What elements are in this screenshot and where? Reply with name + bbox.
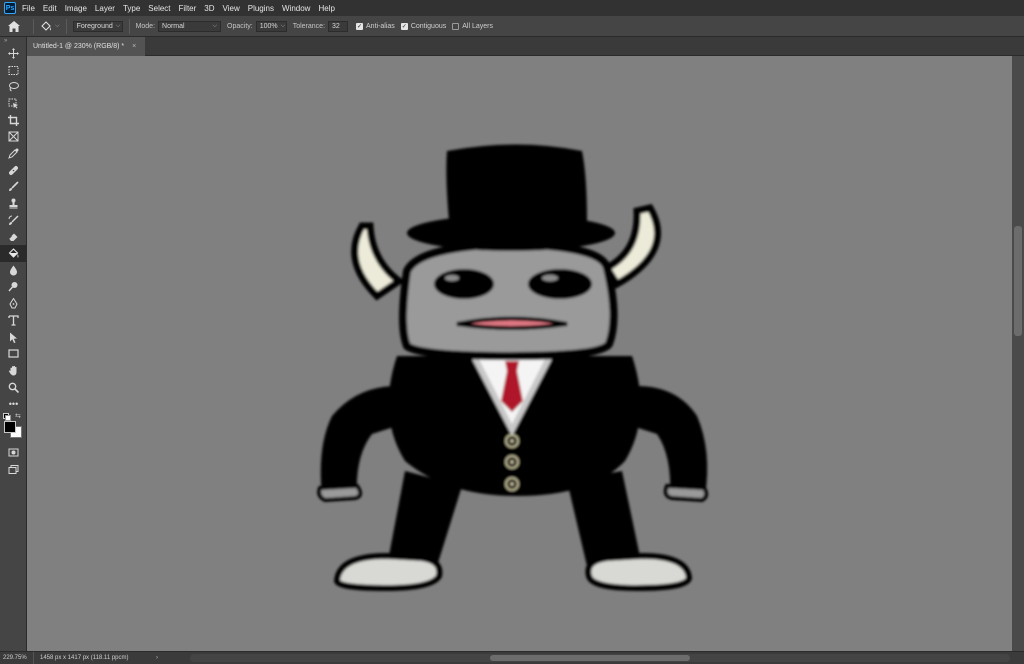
anti-alias-checkbox[interactable]: ✓ Anti-alias: [356, 22, 395, 30]
color-swatches: ⇆: [0, 412, 27, 444]
crop-icon[interactable]: [0, 112, 27, 129]
document-tab-bar: Untitled-1 @ 230% (RGB/8) * ×: [27, 37, 1024, 56]
fill-source-dropdown[interactable]: Foreground ⌵: [72, 20, 123, 32]
canvas-area[interactable]: [27, 56, 1012, 651]
check-icon: ✓: [400, 22, 408, 30]
document-tab-title: Untitled-1 @ 230% (RGB/8) *: [33, 43, 125, 50]
character-head: [399, 239, 618, 361]
separator: [33, 18, 34, 34]
eyedropper-icon[interactable]: [0, 145, 27, 162]
menu-plugins[interactable]: Plugins: [248, 4, 274, 13]
mode-dropdown[interactable]: Normal ⌵: [158, 20, 222, 32]
vertical-scrollbar[interactable]: [1012, 56, 1024, 651]
contiguous-checkbox[interactable]: ✓ Contiguous: [400, 22, 447, 30]
contiguous-label: Contiguous: [410, 22, 447, 30]
menu-file[interactable]: File: [22, 4, 35, 13]
character-right-arm: [632, 386, 709, 503]
character-buttons: [505, 434, 519, 491]
more-tools-icon[interactable]: •••: [0, 395, 27, 412]
menu-type[interactable]: Type: [123, 4, 140, 13]
object-select-icon[interactable]: [0, 95, 27, 112]
tools-panel: » ••• ⇆: [0, 37, 27, 651]
document-info: 1458 px x 1417 px (118.11 ppcm): [40, 655, 129, 661]
menu-help[interactable]: Help: [318, 4, 334, 13]
menu-select[interactable]: Select: [148, 4, 170, 13]
horizontal-scrollbar[interactable]: [190, 654, 1010, 662]
checkbox-empty-icon: [452, 22, 460, 30]
anti-alias-label: Anti-alias: [366, 22, 395, 30]
menu-bar: Ps File Edit Image Layer Type Select Fil…: [0, 0, 1024, 16]
type-icon[interactable]: [0, 312, 27, 329]
healing-brush-icon[interactable]: [0, 162, 27, 179]
clone-stamp-icon[interactable]: [0, 195, 27, 212]
screen-mode-icon[interactable]: [0, 461, 27, 478]
menu-edit[interactable]: Edit: [43, 4, 57, 13]
separator: [128, 18, 130, 34]
tolerance-input[interactable]: 32: [328, 20, 349, 32]
chevron-down-icon: ⌵: [280, 22, 286, 29]
document-tab[interactable]: Untitled-1 @ 230% (RGB/8) * ×: [27, 37, 145, 56]
all-layers-checkbox[interactable]: All Layers: [452, 22, 493, 30]
menu-layer[interactable]: Layer: [95, 4, 115, 13]
mode-value: Normal: [162, 22, 185, 30]
menu-image[interactable]: Image: [65, 4, 87, 13]
frame-icon[interactable]: [0, 128, 27, 145]
paint-bucket-icon[interactable]: [0, 245, 27, 262]
panel-expand-icon[interactable]: »: [0, 37, 26, 45]
chevron-down-icon: ⌵: [55, 22, 60, 29]
move-icon[interactable]: [0, 45, 27, 62]
foreground-color-swatch[interactable]: [4, 421, 16, 434]
horizontal-scroll-thumb[interactable]: [490, 655, 690, 661]
marquee-icon[interactable]: [0, 62, 27, 79]
paint-bucket-icon: [41, 20, 51, 31]
photoshop-logo[interactable]: Ps: [4, 2, 16, 14]
character-mouth: [456, 316, 568, 330]
opacity-value: 100%: [259, 22, 278, 30]
quick-mask-icon[interactable]: [0, 444, 27, 461]
home-icon[interactable]: [0, 20, 27, 32]
chevron-down-icon: ⌵: [115, 22, 121, 29]
dodge-icon[interactable]: [0, 279, 27, 296]
fill-source-value: Foreground: [76, 22, 113, 30]
lasso-icon[interactable]: [0, 78, 27, 95]
tolerance-label: Tolerance:: [292, 22, 326, 30]
check-icon: ✓: [356, 22, 364, 30]
menu-3d[interactable]: 3D: [204, 4, 214, 13]
chevron-down-icon: ⌵: [212, 22, 218, 29]
opacity-label: Opacity:: [227, 22, 253, 30]
history-brush-icon[interactable]: [0, 212, 27, 229]
tolerance-value: 32: [332, 22, 340, 30]
separator: [65, 18, 67, 34]
tool-preset-picker[interactable]: ⌵: [40, 20, 60, 32]
character-top-hat: [407, 144, 615, 251]
vertical-scroll-thumb[interactable]: [1014, 226, 1022, 336]
blur-icon[interactable]: [0, 262, 27, 279]
menu-filter[interactable]: Filter: [179, 4, 197, 13]
hand-icon[interactable]: [0, 362, 27, 379]
eraser-icon[interactable]: [0, 229, 27, 246]
rectangle-icon[interactable]: [0, 345, 27, 362]
options-bar: ⌵ Foreground ⌵ Mode: Normal ⌵ Opacity: 100…: [0, 16, 1024, 37]
mode-label: Mode:: [135, 22, 156, 30]
character-artwork: [317, 144, 709, 592]
brush-icon[interactable]: [0, 179, 27, 196]
path-select-icon[interactable]: [0, 329, 27, 346]
close-icon[interactable]: ×: [132, 43, 136, 50]
all-layers-label: All Layers: [462, 22, 493, 30]
zoom-icon[interactable]: [0, 379, 27, 396]
zoom-level-field[interactable]: 229.75%: [0, 652, 34, 664]
opacity-field[interactable]: 100% ⌵: [255, 20, 287, 32]
status-bar: 229.75% 1458 px x 1417 px (118.11 ppcm) …: [0, 651, 1024, 664]
menu-view[interactable]: View: [223, 4, 240, 13]
character-left-arm: [317, 386, 397, 503]
swap-colors-icon[interactable]: ⇆: [15, 412, 21, 420]
pen-icon[interactable]: [0, 295, 27, 312]
default-colors-icon[interactable]: [3, 413, 11, 422]
status-menu-arrow-icon[interactable]: ›: [156, 655, 158, 661]
menu-window[interactable]: Window: [282, 4, 310, 13]
